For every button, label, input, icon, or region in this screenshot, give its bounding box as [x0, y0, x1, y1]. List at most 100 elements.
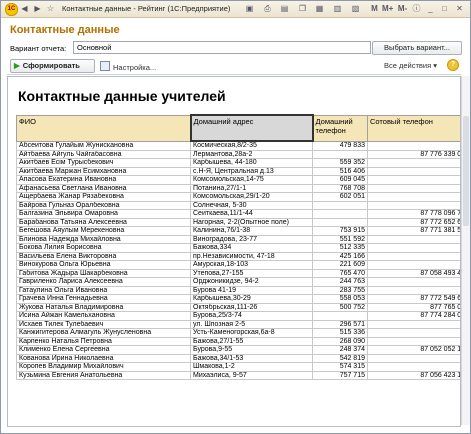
cell-name[interactable]: Гавриленко Лариса Алексеевна — [16, 277, 191, 287]
cell-name[interactable]: Клименко Елена Сергеевна — [16, 345, 191, 355]
cell-address[interactable]: Потанина,27/1-1 — [190, 183, 313, 193]
table-row[interactable]: Акитбаева Маржан Есимхановна с.Н-Я, Центр… — [16, 166, 460, 176]
cell-address[interactable]: Карбышева, 44-180 — [190, 158, 313, 168]
close-icon[interactable]: ✕ — [454, 3, 465, 14]
cell-mobile-phone[interactable] — [367, 353, 460, 363]
column-header-home-phone[interactable]: Домашний телефон — [312, 114, 368, 142]
cell-home-phone[interactable]: 765 470 — [312, 268, 368, 278]
table-row[interactable]: Коропев Владимир Михайлович Шмакова,1-2 57… — [16, 362, 460, 372]
cell-address[interactable]: Бажова,34/1-53 — [190, 353, 313, 363]
cell-mobile-phone[interactable] — [367, 192, 460, 202]
cell-mobile-phone[interactable]: 87 776 339 055 — [367, 149, 460, 159]
cell-name[interactable]: Канжигитерова Алмагуль Жунусленовна — [16, 328, 191, 338]
cell-name[interactable]: Афанасьева Светлана Ивановна — [16, 183, 191, 193]
cell-home-phone[interactable]: 221 609 — [312, 260, 368, 270]
cell-address[interactable]: Космическая,8/2-35 — [190, 140, 313, 151]
cell-address[interactable]: Октябрьская,111-26 — [190, 302, 313, 312]
minimize-icon[interactable]: _ — [425, 3, 436, 14]
cell-home-phone[interactable]: 479 833 — [312, 140, 368, 151]
cell-name[interactable]: Айтбаева Айгуль Чайгабасовна — [16, 149, 191, 159]
cell-name[interactable]: Габитова Жадыра Шакарбековна — [16, 268, 191, 278]
cell-mobile-phone[interactable] — [367, 260, 460, 270]
cell-address[interactable]: Михаэлиса, 9-57 — [190, 370, 313, 380]
cell-address[interactable]: пр.Независимости, 47-18 — [190, 251, 313, 261]
table-row[interactable]: Исина Айжан Камельхановна Бурова,25/3-74 8… — [16, 311, 460, 321]
cell-name[interactable]: Исхаев Тилек Тулебаевич — [16, 319, 191, 329]
column-header-address[interactable]: Домашний адрес — [189, 114, 314, 142]
cell-address[interactable]: Амурская,18-103 — [190, 260, 313, 270]
calendar-icon[interactable]: ▦ — [314, 3, 325, 14]
cell-address[interactable]: Шмакова,1-2 — [190, 362, 313, 372]
cell-name[interactable]: Абсеитова Гулайым Жунискановна — [16, 140, 191, 151]
cell-address[interactable]: Бурова,9-55 — [190, 345, 313, 355]
table-row[interactable]: Кузьмина Евгения Анатольевна Михаэлиса, 9… — [16, 370, 460, 380]
table-row[interactable]: Ащербаева Жанар Рязабековна Комсомольская… — [16, 192, 460, 202]
cell-name[interactable]: Бегешова Аяулым Мерекеновна — [16, 226, 191, 236]
cell-address[interactable]: Усть-Каменогорская,6а-8 — [190, 328, 313, 338]
select-variant-button[interactable]: Выбрать вариант... — [372, 41, 462, 55]
cell-home-phone[interactable]: 574 315 — [312, 362, 368, 372]
table-row[interactable]: Блинова Надежда Михайловна Виноградова, 2… — [16, 234, 460, 244]
save-icon[interactable]: ▣ — [244, 3, 255, 14]
grid-icon[interactable]: ▧ — [350, 3, 361, 14]
cell-name[interactable]: Кузьмина Евгения Анатольевна — [16, 370, 191, 380]
table-row[interactable]: Канжигитерова Алмагуль Жунусленовна Усть-… — [16, 328, 460, 338]
cell-home-phone[interactable] — [312, 149, 368, 159]
table-row[interactable]: Бокова Лилия Борисовна Бажова,334 512 335 — [16, 243, 460, 253]
cell-mobile-phone[interactable]: 87 056 423 129 — [367, 370, 460, 380]
cell-home-phone[interactable]: 283 755 — [312, 285, 368, 295]
table-row[interactable]: Винокурова Ольга Юрьевна Амурская,18-103 2… — [16, 260, 460, 270]
cell-name[interactable]: Акитбаев Есім Турысбекович — [16, 158, 191, 168]
cell-home-phone[interactable]: 268 090 — [312, 336, 368, 346]
cell-mobile-phone[interactable]: 87 058 493 441 — [367, 268, 460, 278]
cell-mobile-phone[interactable] — [367, 183, 460, 193]
preview-icon[interactable]: ▤ — [279, 3, 290, 14]
cell-mobile-phone[interactable] — [367, 234, 460, 244]
cell-home-phone[interactable]: 768 708 — [312, 183, 368, 193]
cell-name[interactable]: Бокова Лилия Борисовна — [16, 243, 191, 253]
table-row[interactable]: Балгазина Эльвира Омаровна Сеиткаева,11/1… — [16, 209, 460, 219]
cell-name[interactable]: Акитбаева Маржан Есимхановна — [16, 166, 191, 176]
cell-home-phone[interactable]: 609 045 — [312, 175, 368, 185]
table-row[interactable]: Кованова Ирина Николаевна Бажова,34/1-53 5… — [16, 353, 460, 363]
table-row[interactable]: Акитбаев Есім Турысбекович Карбышева, 44-… — [16, 158, 460, 168]
cell-name[interactable]: Барабанова Татьяна Алексеевна — [16, 217, 191, 227]
cell-mobile-phone[interactable]: 87 772 652 622 — [367, 217, 460, 227]
cell-home-phone[interactable]: 516 406 — [312, 166, 368, 176]
cell-home-phone[interactable]: 559 352 — [312, 158, 368, 168]
cell-mobile-phone[interactable]: 87 052 052 103 — [367, 345, 460, 355]
cell-address[interactable]: Комсомольская,14-75 — [190, 175, 313, 185]
calculator-icon[interactable]: ▥ — [332, 3, 343, 14]
cell-home-phone[interactable]: 602 051 — [312, 192, 368, 202]
print-icon[interactable]: ⎙ — [262, 3, 273, 14]
cell-name[interactable]: Коропев Владимир Михайлович — [16, 362, 191, 372]
table-row[interactable]: Жукова Наталья Владимировна Октябрьская,1… — [16, 302, 460, 312]
cell-address[interactable]: Бурова 41-19 — [190, 285, 313, 295]
cell-mobile-phone[interactable]: 87 771 381 561 — [367, 226, 460, 236]
cell-home-phone[interactable]: 551 592 — [312, 234, 368, 244]
cell-address[interactable]: Лермантова,28а-2 — [190, 149, 313, 159]
cell-mobile-phone[interactable] — [367, 200, 460, 210]
cell-name[interactable]: Блинова Надежда Михайловна — [16, 234, 191, 244]
cell-address[interactable]: Карбышева,30-29 — [190, 294, 313, 304]
cell-address[interactable]: с.Н-Я, Центральная д.13 — [190, 166, 313, 176]
cell-mobile-phone[interactable]: 877 765 025 — [367, 302, 460, 312]
table-row[interactable]: Гавриленко Лариса Алексеевна Орджоникидзе… — [16, 277, 460, 287]
m-minus-icon[interactable]: M- — [397, 3, 408, 14]
cell-home-phone[interactable]: 248 374 — [312, 345, 368, 355]
copy-icon[interactable]: ❐ — [297, 3, 308, 14]
table-row[interactable]: Карпенко Наталья Петровна Бажова,27/1-55 2… — [16, 336, 460, 346]
cell-address[interactable]: Солнечная, 5-30 — [190, 200, 313, 210]
table-row[interactable]: Барабанова Татьяна Алексеевна Нагорная, 2… — [16, 217, 460, 227]
table-row[interactable]: Клименко Елена Сергеевна Бурова,9-55 248 3… — [16, 345, 460, 355]
cell-name[interactable]: Байрова Гульназ Оралбековна — [16, 200, 191, 210]
variant-field[interactable]: Основной — [73, 41, 371, 54]
cell-name[interactable]: Кованова Ирина Николаевна — [16, 353, 191, 363]
cell-name[interactable]: Грачева Инна Геннадьевна — [16, 294, 191, 304]
table-row[interactable]: Абсеитова Гулайым Жунискановна Космическа… — [16, 140, 460, 151]
cell-address[interactable]: Калинина,76/1-38 — [190, 226, 313, 236]
cell-mobile-phone[interactable] — [367, 277, 460, 287]
cell-mobile-phone[interactable] — [367, 336, 460, 346]
cell-mobile-phone[interactable] — [367, 158, 460, 168]
table-row[interactable]: Байрова Гульназ Оралбековна Солнечная, 5-… — [16, 200, 460, 210]
